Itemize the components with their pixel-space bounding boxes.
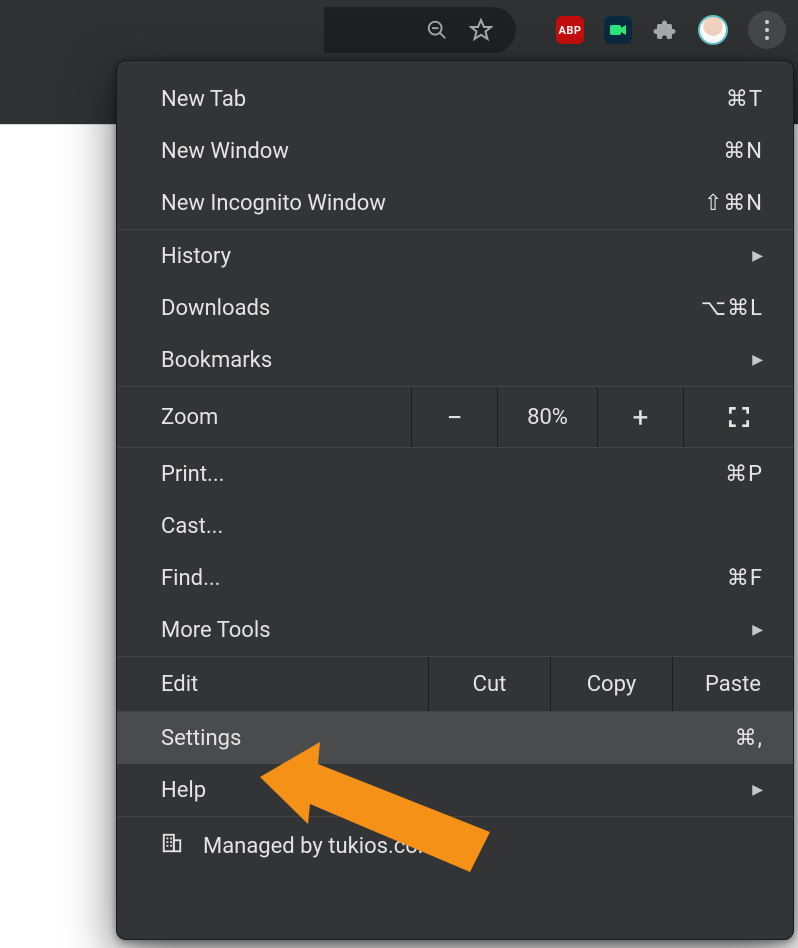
- submenu-arrow-icon: ▶: [752, 782, 763, 798]
- menu-shortcut: ⇧⌘N: [704, 191, 763, 216]
- menu-label: Bookmarks: [161, 348, 752, 373]
- menu-shortcut: ⌥⌘L: [701, 296, 763, 321]
- zoom-out-icon[interactable]: [424, 17, 450, 43]
- zoom-value: 80%: [497, 387, 597, 447]
- edit-copy-button[interactable]: Copy: [551, 657, 673, 711]
- browser-menu-button[interactable]: [748, 11, 786, 49]
- menu-shortcut: ⌘T: [726, 87, 763, 112]
- bookmark-star-icon[interactable]: [468, 17, 494, 43]
- menu-item-new-tab[interactable]: New Tab ⌘T: [117, 73, 793, 125]
- menu-item-new-incognito[interactable]: New Incognito Window ⇧⌘N: [117, 177, 793, 229]
- address-bar-right: [0, 0, 536, 60]
- managed-label: Managed by tukios.com: [203, 834, 437, 859]
- fullscreen-button[interactable]: [683, 387, 793, 447]
- extensions-puzzle-icon[interactable]: [652, 17, 678, 43]
- menu-item-new-window[interactable]: New Window ⌘N: [117, 125, 793, 177]
- submenu-arrow-icon: ▶: [752, 248, 763, 264]
- profile-avatar[interactable]: [698, 15, 728, 45]
- menu-item-downloads[interactable]: Downloads ⌥⌘L: [117, 282, 793, 334]
- menu-item-zoom: Zoom − 80% +: [117, 387, 793, 447]
- menu-item-more-tools[interactable]: More Tools ▶: [117, 604, 793, 656]
- menu-item-managed[interactable]: Managed by tukios.com: [117, 817, 793, 875]
- edit-cut-button[interactable]: Cut: [429, 657, 551, 711]
- menu-item-edit: Edit Cut Copy Paste: [117, 657, 793, 711]
- menu-label: Print...: [161, 462, 725, 487]
- menu-label: Help: [161, 778, 752, 803]
- edit-paste-button[interactable]: Paste: [673, 657, 793, 711]
- menu-label: Zoom: [117, 387, 411, 447]
- menu-label: New Window: [161, 139, 723, 164]
- menu-item-find[interactable]: Find... ⌘F: [117, 552, 793, 604]
- menu-label: New Incognito Window: [161, 191, 704, 216]
- menu-item-history[interactable]: History ▶: [117, 230, 793, 282]
- menu-label: Cast...: [161, 514, 763, 539]
- menu-label: Edit: [117, 657, 429, 711]
- browser-toolbar: ABP: [0, 0, 798, 60]
- zoom-in-button[interactable]: +: [597, 387, 683, 447]
- menu-label: More Tools: [161, 618, 752, 643]
- menu-label: History: [161, 244, 752, 269]
- menu-item-settings[interactable]: Settings ⌘,: [117, 712, 793, 764]
- submenu-arrow-icon: ▶: [752, 622, 763, 638]
- abp-extension-icon[interactable]: ABP: [556, 16, 584, 44]
- menu-item-cast[interactable]: Cast...: [117, 500, 793, 552]
- zoom-out-button[interactable]: −: [411, 387, 497, 447]
- menu-shortcut: ⌘N: [723, 139, 763, 164]
- menu-label: Downloads: [161, 296, 701, 321]
- menu-label: Settings: [161, 726, 735, 751]
- video-extension-icon[interactable]: [604, 16, 632, 44]
- menu-shortcut: ⌘P: [725, 462, 763, 487]
- menu-item-print[interactable]: Print... ⌘P: [117, 448, 793, 500]
- building-icon: [161, 832, 183, 860]
- chrome-main-menu: New Tab ⌘T New Window ⌘N New Incognito W…: [116, 60, 794, 940]
- menu-item-bookmarks[interactable]: Bookmarks ▶: [117, 334, 793, 386]
- menu-shortcut: ⌘,: [735, 726, 763, 751]
- menu-label: New Tab: [161, 87, 726, 112]
- menu-label: Find...: [161, 566, 727, 591]
- address-bar-pill: [324, 7, 516, 53]
- menu-shortcut: ⌘F: [727, 566, 763, 591]
- menu-item-help[interactable]: Help ▶: [117, 764, 793, 816]
- submenu-arrow-icon: ▶: [752, 352, 763, 368]
